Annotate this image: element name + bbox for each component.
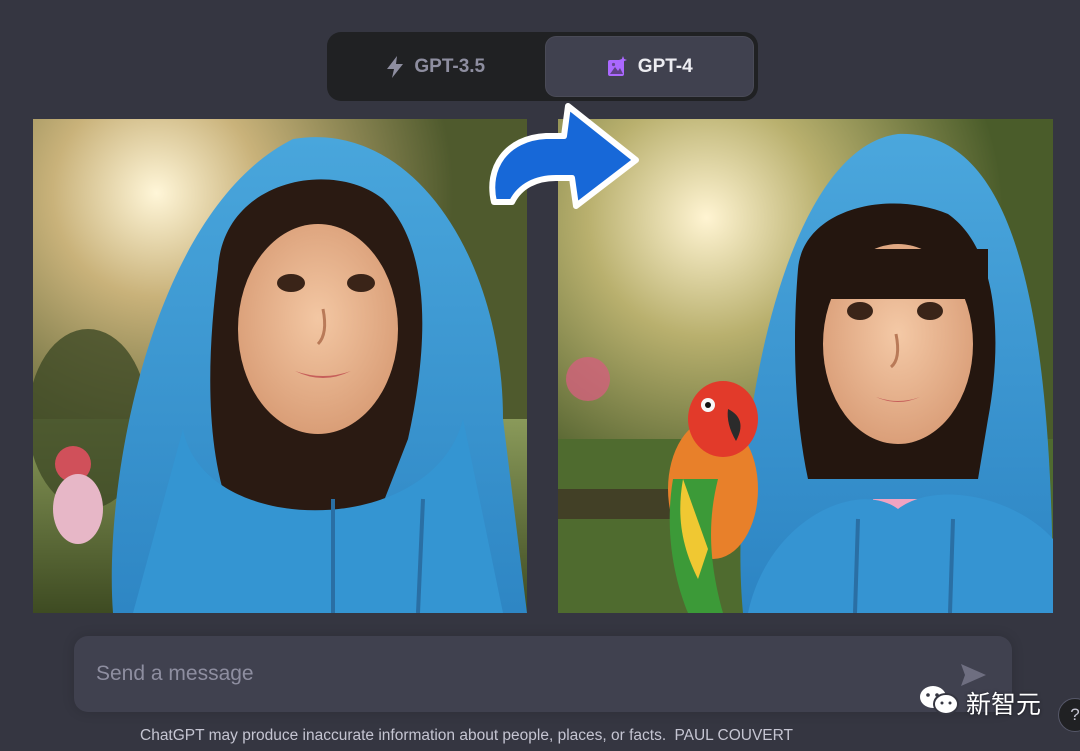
page: GPT-3.5 GPT-4 Send a message 新智元 ? ChatG… [0,0,1080,751]
model-option-gpt4[interactable]: GPT-4 [545,37,753,96]
curved-arrow-right-icon [476,98,648,216]
help-label: ? [1070,705,1080,724]
lightning-bolt-icon [386,55,404,78]
model-switcher: GPT-3.5 GPT-4 [327,32,758,101]
watermark: 新智元 [918,684,1041,722]
model-option-label: GPT-4 [637,55,693,77]
message-input[interactable] [96,658,916,690]
watermark-text: 新智元 [966,690,1042,719]
disclaimer-text: ChatGPT may produce inaccurate informati… [140,727,667,744]
credit-text: PAUL COUVERT [674,727,794,744]
model-option-label: GPT-3.5 [414,55,486,77]
model-option-gpt35[interactable]: GPT-3.5 [332,37,540,96]
message-composer [74,636,1012,712]
wechat-icon [918,684,960,722]
disclaimer: ChatGPT may produce inaccurate informati… [0,727,1080,745]
gpt35-generated-image [33,119,527,613]
sparkle-image-icon [606,55,628,78]
